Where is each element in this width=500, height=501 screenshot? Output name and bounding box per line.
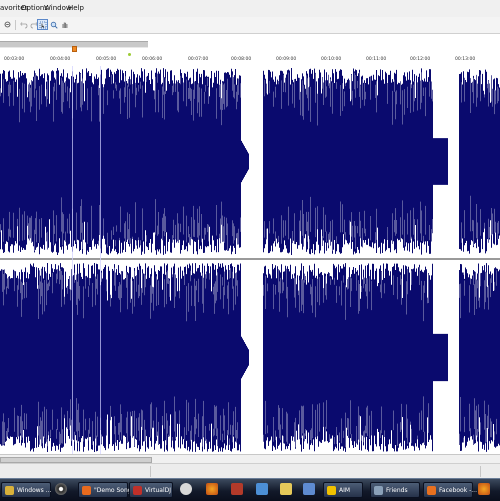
undo-icon	[20, 22, 28, 29]
toolbar-separator	[15, 20, 16, 30]
app-icon[interactable]	[231, 483, 243, 495]
windows-explorer-icon	[5, 486, 14, 495]
taskbar-label: Windows ...	[17, 487, 52, 494]
zoom-out-button[interactable]	[2, 19, 13, 30]
ruler-label: 00:06:00	[142, 57, 163, 62]
selection-tool-button[interactable]	[37, 19, 48, 30]
taskbar-label: AIM	[339, 487, 351, 494]
virtualdj-icon	[133, 486, 142, 495]
folder-icon[interactable]	[280, 483, 292, 495]
taskbar-label: VirtualDJ	[145, 487, 171, 494]
ruler-label: 00:04:00	[50, 57, 71, 62]
toolbar	[0, 17, 500, 34]
zoom-tool-icon	[50, 21, 58, 29]
hand-tool-button[interactable]	[59, 19, 70, 30]
ruler-label: 00:08:00	[231, 57, 252, 62]
waveform-left-channel[interactable]	[0, 68, 500, 255]
taskbar-aim[interactable]: AIM	[323, 482, 363, 498]
taskbar-friends[interactable]: Friends	[370, 482, 420, 498]
hand-tool-icon	[62, 22, 68, 28]
firefox-icon	[427, 486, 436, 495]
messenger-icon[interactable]	[256, 483, 268, 495]
firefox-icon[interactable]	[206, 483, 218, 495]
ruler-label: 00:03:00	[4, 57, 25, 62]
taskbar-windows-explorer[interactable]: Windows ...	[1, 482, 51, 498]
waveform-view[interactable]	[0, 66, 500, 454]
ruler-label: 00:13:00	[455, 57, 476, 62]
status-divider	[480, 466, 481, 477]
chrome-icon[interactable]	[180, 483, 192, 495]
audio-editor-icon	[82, 486, 91, 495]
playhead-marker-icon[interactable]	[72, 46, 77, 52]
firefox-icon[interactable]	[478, 483, 490, 495]
ruler-label: 00:09:00	[276, 57, 297, 62]
menu-help[interactable]: Help	[68, 3, 84, 13]
waveform-canvas[interactable]	[0, 66, 500, 454]
zoom-tool-button[interactable]	[48, 19, 59, 30]
folder-icon	[374, 486, 383, 495]
taskbar: Windows ... "Demo Song" VirtualDJ AIM Fr…	[0, 478, 500, 501]
ruler-label: 00:11:00	[366, 57, 387, 62]
desktop-icon[interactable]	[303, 483, 315, 495]
ruler-label: 00:07:00	[188, 57, 209, 62]
taskbar-label: Friends	[386, 487, 408, 494]
status-bar	[0, 463, 500, 479]
taskbar-facebook[interactable]: Facebook -...	[423, 482, 477, 498]
media-player-icon[interactable]	[55, 483, 67, 495]
status-divider	[150, 466, 151, 477]
menubar: avorites Options Window Help	[0, 0, 500, 18]
ruler-label: 00:10:00	[321, 57, 342, 62]
ruler-label: 00:05:00	[96, 57, 117, 62]
taskbar-virtualdj[interactable]: VirtualDJ	[129, 482, 173, 498]
marker-line[interactable]	[72, 66, 73, 454]
channel-divider	[0, 258, 500, 260]
zoom-out-icon	[4, 21, 11, 28]
taskbar-demo-song[interactable]: "Demo Song"	[78, 482, 134, 498]
ruler-label: 00:12:00	[410, 57, 431, 62]
marker-line[interactable]	[100, 66, 101, 454]
taskbar-label: Facebook -...	[439, 487, 477, 494]
selection-tool-icon	[39, 21, 47, 29]
aim-icon	[327, 486, 336, 495]
audio-editor-window: avorites Options Window Help 00:03:00 00…	[0, 0, 500, 501]
